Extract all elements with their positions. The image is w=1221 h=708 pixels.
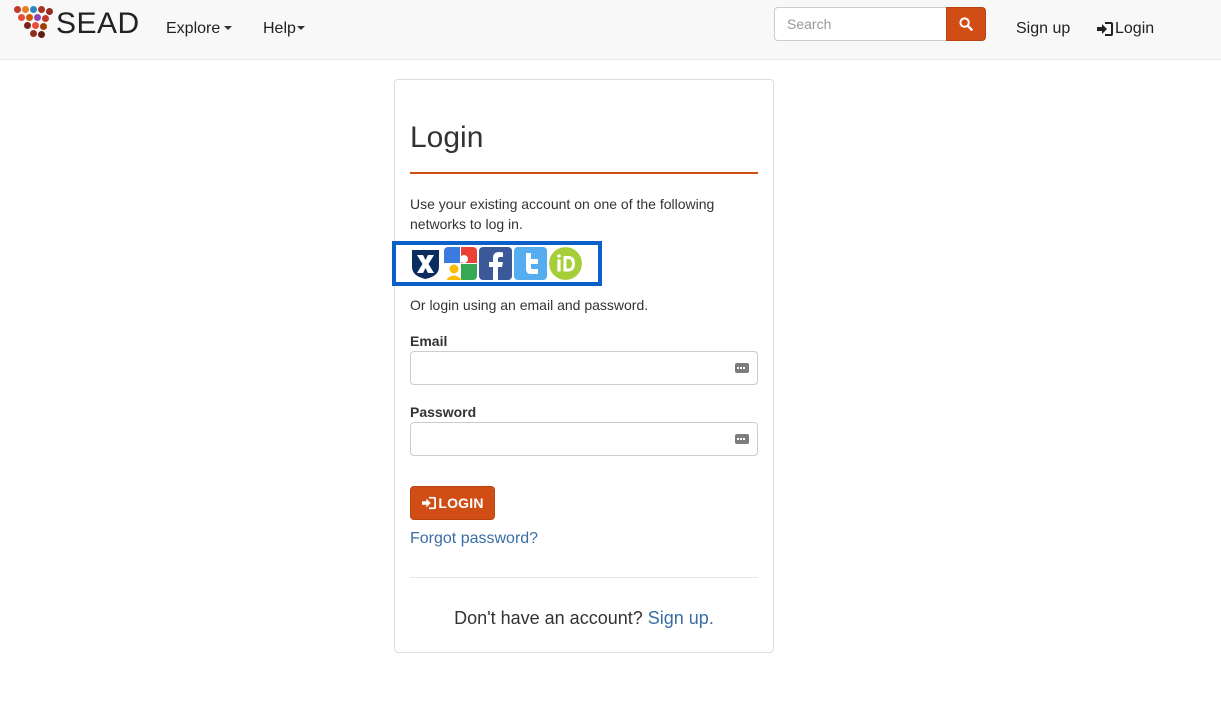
card-divider bbox=[410, 577, 758, 578]
twitter-login-button[interactable] bbox=[514, 247, 547, 280]
logo-dots-icon bbox=[14, 5, 53, 43]
page-title: Login bbox=[410, 121, 484, 154]
email-label: Email bbox=[410, 333, 448, 349]
social-login-providers bbox=[392, 241, 602, 286]
google-icon bbox=[444, 247, 477, 280]
help-menu[interactable]: Help bbox=[263, 19, 305, 39]
sead-logo[interactable]: SEAD bbox=[14, 4, 140, 44]
login-nav-link[interactable]: Login bbox=[1096, 19, 1154, 39]
title-underline bbox=[410, 172, 758, 174]
caret-down-icon bbox=[296, 25, 305, 30]
orcid-icon bbox=[549, 247, 582, 280]
top-navbar: SEAD Explore Help Sign up Login bbox=[0, 0, 1221, 60]
search-icon bbox=[959, 17, 973, 31]
email-field[interactable] bbox=[410, 351, 758, 385]
network-login-intro: Use your existing account on one of the … bbox=[410, 196, 715, 232]
brand-name: SEAD bbox=[56, 7, 140, 40]
cilogon-icon bbox=[412, 250, 439, 279]
login-submit-button[interactable]: LOGIN bbox=[410, 486, 495, 520]
search-input[interactable] bbox=[774, 7, 947, 41]
no-account-text: Don't have an account? bbox=[454, 608, 643, 628]
autofill-key-icon[interactable] bbox=[735, 434, 749, 444]
explore-menu[interactable]: Explore bbox=[166, 19, 233, 39]
login-card: Login Use your existing account on one o… bbox=[392, 79, 774, 653]
explore-menu-label: Explore bbox=[166, 20, 221, 37]
password-field[interactable] bbox=[410, 422, 758, 456]
facebook-icon bbox=[489, 252, 503, 280]
signup-link[interactable]: Sign up. bbox=[648, 608, 714, 628]
login-submit-label: LOGIN bbox=[438, 495, 484, 511]
twitter-icon bbox=[526, 253, 538, 274]
login-icon bbox=[422, 496, 437, 510]
help-menu-label: Help bbox=[263, 20, 296, 37]
orcid-login-button[interactable] bbox=[549, 247, 582, 280]
forgot-password-link[interactable]: Forgot password? bbox=[410, 529, 538, 549]
signup-nav-label: Sign up bbox=[1016, 20, 1071, 37]
email-login-intro: Or login using an email and password. bbox=[410, 297, 649, 313]
cilogon-login-button[interactable] bbox=[409, 247, 442, 280]
google-login-button[interactable] bbox=[444, 247, 477, 280]
password-label: Password bbox=[410, 404, 477, 420]
autofill-key-icon[interactable] bbox=[735, 363, 749, 373]
login-icon bbox=[1097, 22, 1113, 36]
caret-down-icon bbox=[224, 25, 233, 30]
login-nav-label: Login bbox=[1115, 20, 1155, 37]
facebook-login-button[interactable] bbox=[479, 247, 512, 280]
search-button[interactable] bbox=[946, 7, 986, 41]
signup-prompt: Don't have an account? Sign up. bbox=[395, 606, 773, 630]
signup-nav-link[interactable]: Sign up bbox=[1016, 19, 1070, 39]
